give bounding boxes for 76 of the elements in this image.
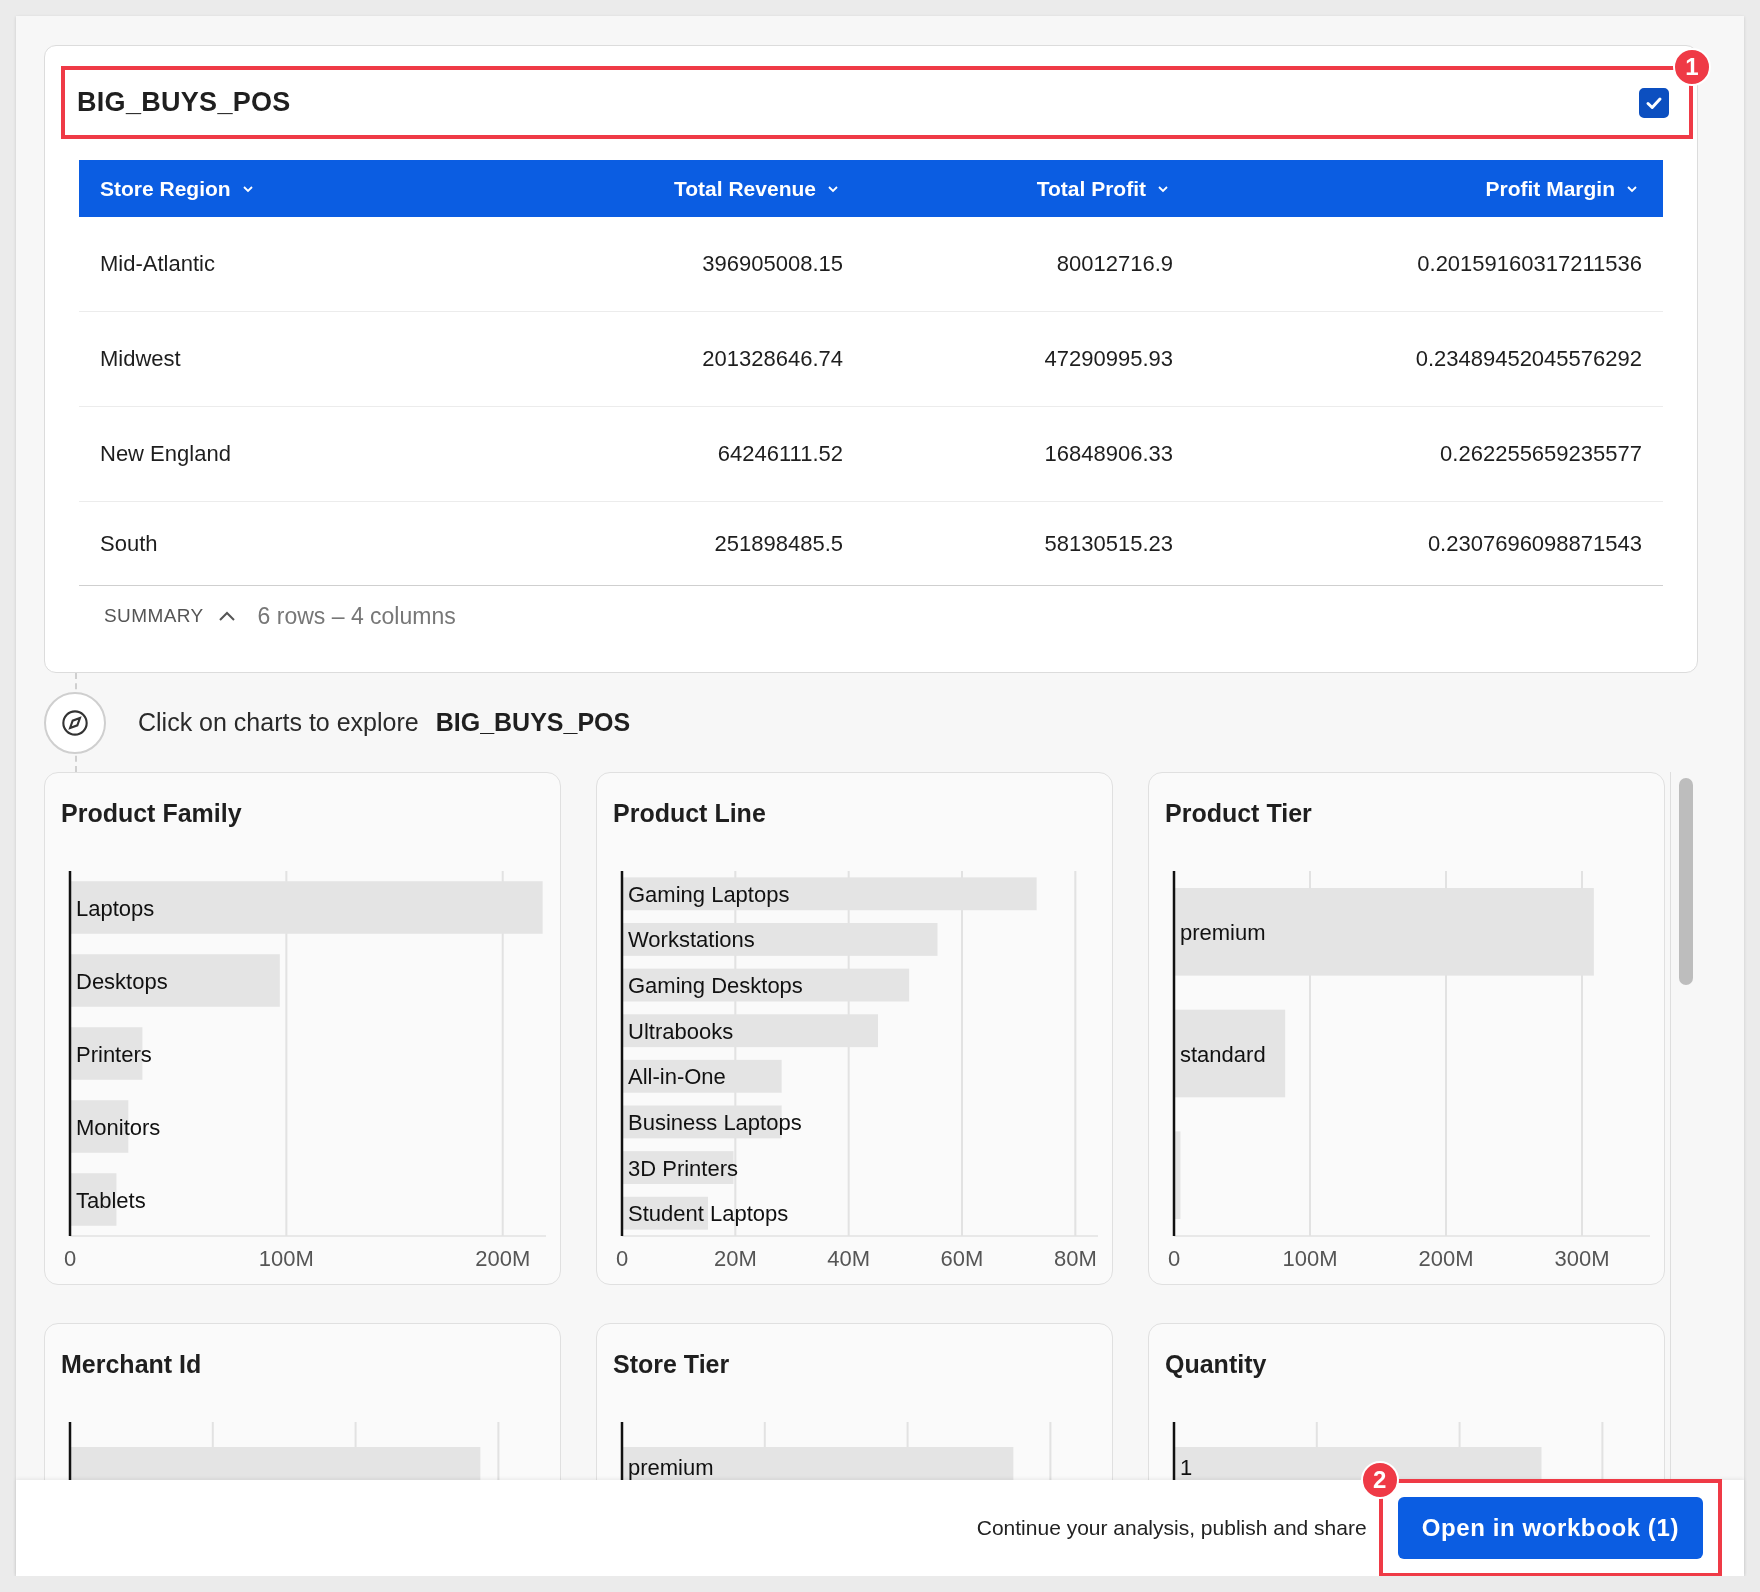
column-header[interactable]: Profit Margin xyxy=(1194,160,1663,217)
dataset-name: BIG_BUYS_POS xyxy=(435,708,631,737)
tick-label: 100M xyxy=(258,1246,314,1271)
chart-title: Quantity xyxy=(1164,1349,1267,1380)
column-header[interactable]: Store Region xyxy=(79,160,501,217)
tick-label: 80M xyxy=(1053,1246,1097,1271)
table-cell-text: 201328646.74 xyxy=(701,345,844,373)
labeled-bar[interactable]: Ultrabooks xyxy=(623,1014,878,1048)
labeled-bar[interactable]: premium xyxy=(1175,888,1594,976)
chart-title: Product Family xyxy=(60,798,242,829)
open-workbook-button[interactable]: Open in workbook (1) xyxy=(1397,1497,1703,1559)
table-cell-text: 16848906.33 xyxy=(1043,440,1174,468)
table-cell-text: 0.20159160317211536 xyxy=(1416,250,1643,278)
scrollbar-thumb[interactable] xyxy=(1679,778,1693,985)
tick-label: 60M xyxy=(940,1246,984,1271)
labeled-bar[interactable]: Gaming Laptops xyxy=(623,877,1037,911)
chart-card[interactable]: Product Line Gaming Laptops Workstations Gaming Desktops Ultrabooks All-in-One Business Laptops 3D Printers Student Laptops 0 20M 40M 60M 80M xyxy=(596,772,1113,1285)
table-cell-text: 0.2307696098871543 xyxy=(1426,529,1643,558)
y-tick-label: Gaming Desktops xyxy=(628,973,803,999)
y-tick-label: All-in-One xyxy=(628,1064,726,1090)
checkbox[interactable] xyxy=(1639,87,1669,118)
y-tick-label: Desktops xyxy=(76,968,168,994)
dataset-title: BIG_BUYS_POS xyxy=(77,87,291,118)
column-header[interactable]: Total Revenue xyxy=(501,160,864,217)
y-tick-label: Printers xyxy=(76,1041,152,1067)
table-cell-text: South xyxy=(99,529,159,558)
labeled-bar[interactable]: Gaming Desktops xyxy=(623,968,910,1002)
table-cell-text: New England xyxy=(99,440,232,468)
tick-label: 200M xyxy=(475,1246,531,1271)
table-cell-text: 396905008.15 xyxy=(701,250,844,278)
table-cell-text: 251898485.5 xyxy=(713,529,844,558)
labeled-bar[interactable]: Desktops xyxy=(71,954,280,1007)
table-cell-text: 64246111.52 xyxy=(716,440,844,468)
tick-label: 0 xyxy=(615,1246,629,1271)
chart-card[interactable]: Product Tier premium standard 0 100M 200M 300M xyxy=(1148,772,1665,1285)
y-tick-label: Gaming Laptops xyxy=(628,881,790,907)
table-cell-text: 0.262255659235577 xyxy=(1439,440,1643,468)
table-cell-text: 80012716.9 xyxy=(1055,250,1174,278)
y-tick-label: standard xyxy=(1180,1041,1266,1067)
step-badge: 1 xyxy=(1673,48,1711,86)
tick-label: 20M xyxy=(713,1246,757,1271)
footer-text: Continue your analysis, publish and share xyxy=(976,1516,1367,1540)
table-cell-text: Mid-Atlantic xyxy=(99,250,216,278)
tick-label: 100M xyxy=(1282,1246,1338,1271)
caret-up-icon[interactable] xyxy=(217,610,236,622)
column-header[interactable]: Total Profit xyxy=(864,160,1194,217)
chart-card[interactable]: Product Family Laptops Desktops Printers Monitors Tablets 0 100M 200M xyxy=(44,772,561,1285)
y-tick-label: Monitors xyxy=(76,1114,161,1140)
chart-title: Merchant Id xyxy=(60,1349,202,1380)
y-tick-label: Ultrabooks xyxy=(628,1018,734,1044)
table-cell-text: 0.23489452045576292 xyxy=(1414,345,1643,373)
table-cell-text: 47290995.93 xyxy=(1043,345,1174,373)
table-cell-text: 58130515.23 xyxy=(1043,529,1174,558)
labeled-bar[interactable]: standard xyxy=(1175,1009,1286,1098)
summary-label[interactable]: SUMMARY xyxy=(104,605,204,627)
labeled-bar[interactable]: Workstations xyxy=(623,923,938,956)
y-tick-label: Tablets xyxy=(76,1187,146,1213)
tick-label: 300M xyxy=(1554,1246,1610,1271)
table-cell-text: Midwest xyxy=(99,345,182,373)
explore-hint: Click on charts to explore xyxy=(138,708,419,737)
labeled-bar[interactable]: Laptops xyxy=(71,881,543,934)
chart-title: Product Line xyxy=(612,798,766,829)
chart-title: Product Tier xyxy=(1164,798,1312,829)
y-tick-label: premium xyxy=(1180,919,1266,945)
tick-label: 200M xyxy=(1418,1246,1474,1271)
tick-label: 40M xyxy=(827,1246,871,1271)
labeled-bar[interactable]: All-in-One xyxy=(623,1059,782,1093)
chart-card[interactable]: Store Tier premium xyxy=(596,1323,1113,1480)
y-tick-label: Workstations xyxy=(628,927,755,953)
tick-label: 0 xyxy=(63,1246,77,1271)
chart-title: Store Tier xyxy=(612,1349,730,1380)
summary-text: 6 rows – 4 columns xyxy=(257,602,456,630)
chart-card[interactable]: Merchant Id xyxy=(44,1323,561,1480)
tick-label: 0 xyxy=(1167,1246,1181,1271)
bar-chart-drawing: premium xyxy=(597,1404,1114,1480)
y-tick-label: Laptops xyxy=(76,895,155,921)
